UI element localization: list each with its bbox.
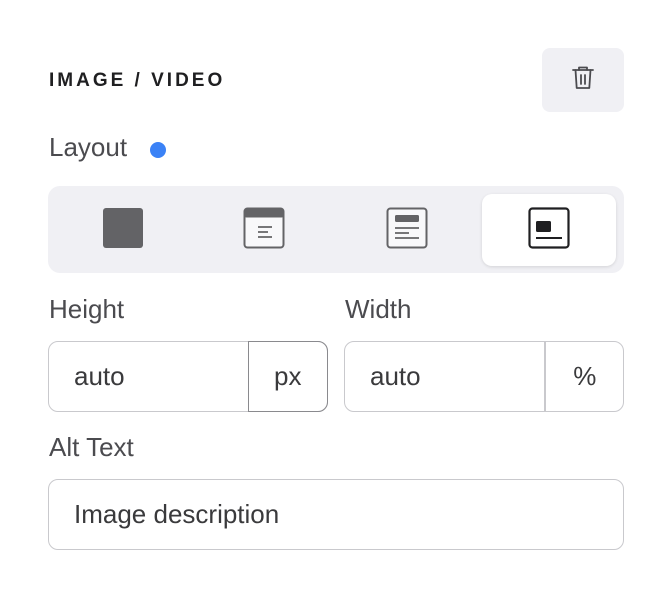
width-input[interactable] xyxy=(345,342,545,411)
layout-option-left[interactable] xyxy=(482,194,616,266)
layout-inset-icon xyxy=(386,207,428,254)
layout-full-icon xyxy=(102,207,144,254)
width-unit-select[interactable]: % xyxy=(544,340,624,412)
layout-selector xyxy=(48,186,624,273)
height-field: px xyxy=(48,340,328,412)
layout-left-icon xyxy=(528,206,570,254)
width-field: % xyxy=(344,340,624,412)
height-label: Height xyxy=(49,294,125,324)
height-input[interactable] xyxy=(49,342,249,411)
height-unit-select[interactable]: px xyxy=(248,340,328,412)
trash-icon xyxy=(571,65,595,96)
section-title: IMAGE / VIDEO xyxy=(49,70,226,91)
layout-option-full[interactable] xyxy=(56,194,190,266)
layout-modified-indicator xyxy=(150,142,166,158)
delete-button[interactable] xyxy=(542,48,624,112)
width-label: Width xyxy=(345,294,412,324)
layout-option-inset[interactable] xyxy=(340,194,474,266)
alt-text-label: Alt Text xyxy=(49,432,134,462)
layout-top-icon xyxy=(243,207,285,254)
alt-text-input[interactable] xyxy=(49,480,623,549)
layout-option-top[interactable] xyxy=(197,194,331,266)
layout-label: Layout xyxy=(49,132,128,162)
alt-text-field xyxy=(48,479,624,550)
